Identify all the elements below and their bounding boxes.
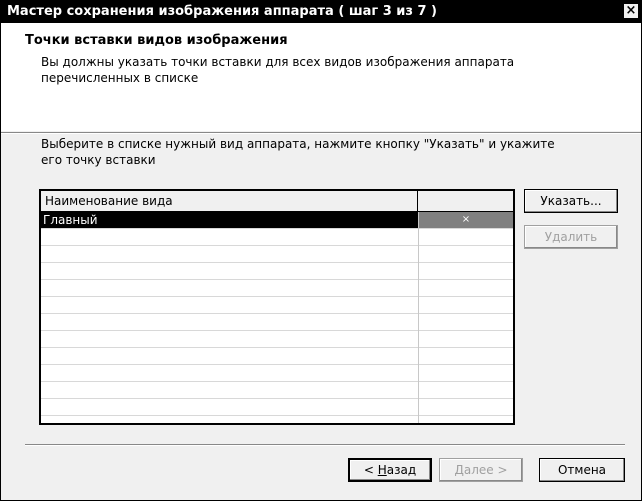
cancel-button[interactable]: Отмена [539, 458, 625, 482]
back-button-prefix: < [363, 463, 378, 477]
list-item[interactable]: Главный × [41, 212, 513, 228]
instruction-text: Выберите в списке нужный вид аппарата, н… [41, 136, 601, 168]
list-rows [41, 212, 513, 423]
wizard-window: Мастер сохранения изображения аппарата (… [0, 0, 642, 501]
back-button-rest: азад [386, 463, 417, 477]
views-list[interactable]: Наименование вида Главный × [39, 189, 515, 425]
list-header: Наименование вида [41, 191, 513, 212]
column-header-name[interactable]: Наименование вида [41, 191, 418, 211]
instruction-line1: Выберите в списке нужный вид аппарата, н… [41, 137, 555, 151]
column-divider [418, 212, 419, 423]
step-description-line2: перечисленных в списке [41, 71, 199, 85]
step-description-line1: Вы должны указать точки вставки для всех… [41, 55, 515, 69]
specify-button[interactable]: Указать... [524, 189, 618, 213]
list-item-mark-icon: × [419, 212, 513, 228]
window-title: Мастер сохранения изображения аппарата (… [7, 4, 437, 19]
instruction-line2: его точку вставки [41, 153, 156, 167]
title-bar[interactable]: Мастер сохранения изображения аппарата (… [1, 1, 641, 23]
back-button-accelerator: Н [377, 463, 387, 477]
close-icon[interactable]: × [623, 3, 639, 19]
step-heading: Точки вставки видов изображения [25, 33, 288, 48]
column-header-mark[interactable] [418, 191, 513, 211]
delete-button[interactable]: Удалить [524, 225, 618, 249]
back-button[interactable]: < Назад [348, 458, 432, 482]
list-item-name: Главный [41, 212, 418, 228]
footer-separator [25, 444, 625, 446]
next-button[interactable]: Далее > [439, 458, 523, 482]
header-separator [1, 132, 641, 134]
step-description: Вы должны указать точки вставки для всех… [41, 54, 601, 86]
